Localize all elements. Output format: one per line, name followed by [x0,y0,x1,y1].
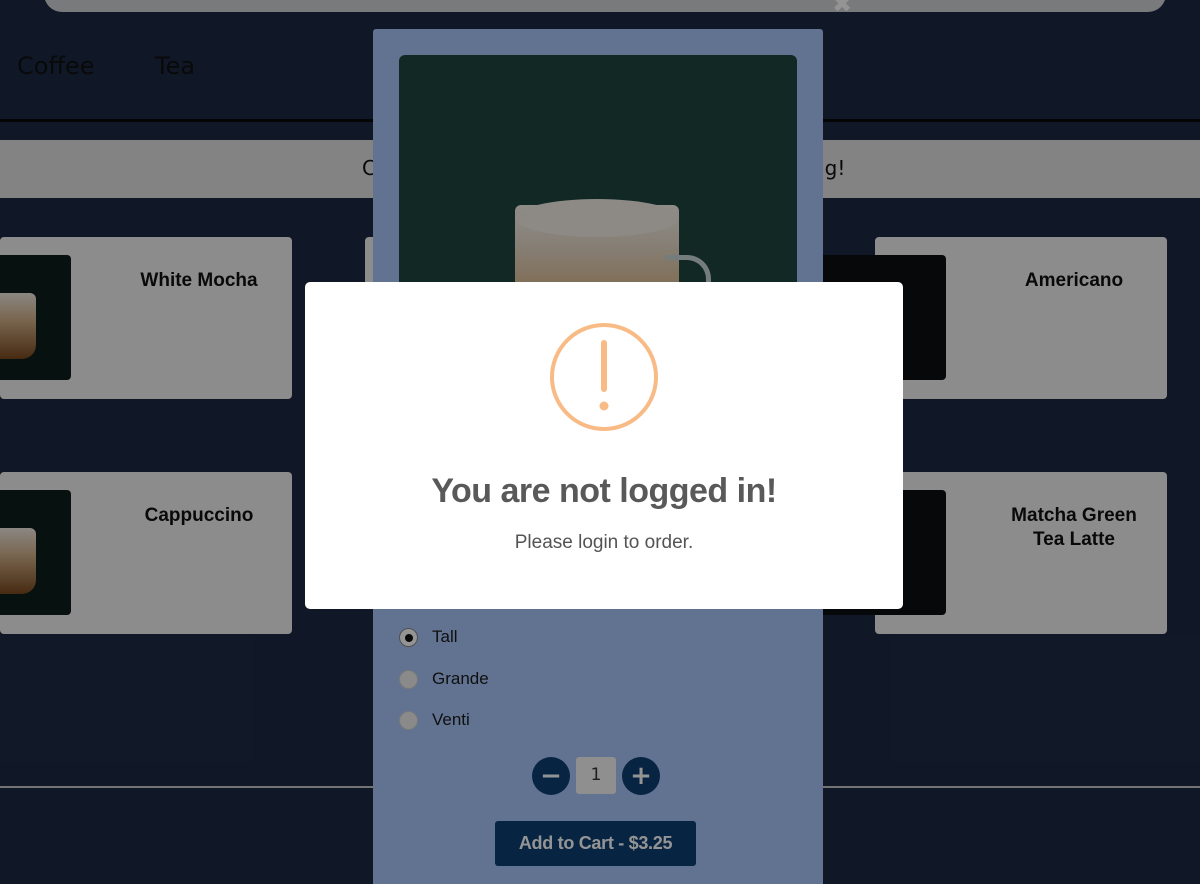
alert-title: You are not logged in! [431,472,777,510]
warning-icon [550,323,658,431]
login-alert-dialog: You are not logged in! Please login to o… [305,282,903,609]
alert-message: Please login to order. [514,532,694,553]
